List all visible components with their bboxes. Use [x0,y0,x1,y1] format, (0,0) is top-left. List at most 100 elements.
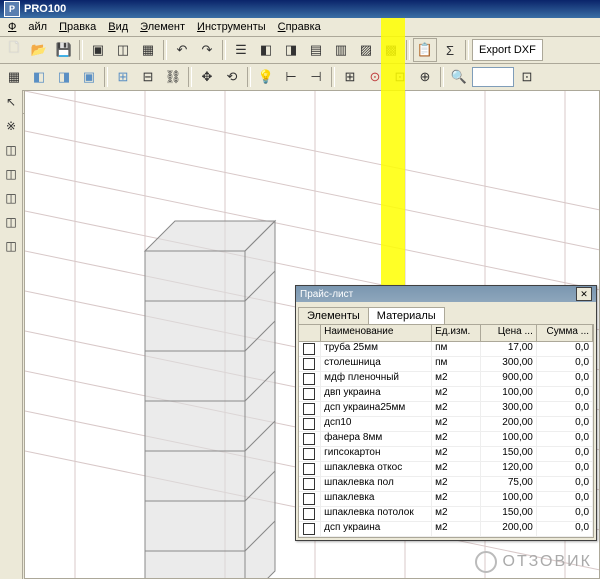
box3-icon[interactable]: ▣ [77,65,101,89]
table-row[interactable]: шпаклевка откосм2120,000,0 [299,462,593,477]
cell-price: 17,00 [481,342,537,356]
cube-icon[interactable]: ▣ [86,38,110,62]
export-dxf-button[interactable]: Export DXF [472,39,543,61]
move-icon[interactable]: ✥ [195,65,219,89]
col-sum[interactable]: Сумма ... [537,325,593,341]
s3-icon[interactable]: ◫ [1,188,21,208]
zoom-combo[interactable] [472,67,514,87]
table-row[interactable]: мдф пленочныйм2900,000,0 [299,372,593,387]
table-row[interactable]: дсп10м2200,000,0 [299,417,593,432]
checkbox-icon[interactable] [303,418,315,430]
link-icon[interactable]: ⛓ [161,65,185,89]
add-icon[interactable]: ⊞ [111,65,135,89]
zoomfit-icon[interactable]: ⊡ [515,65,539,89]
checkbox-icon[interactable] [303,373,315,385]
cell-sum: 0,0 [537,507,593,521]
table-row[interactable]: шпаклевкам2100,000,0 [299,492,593,507]
props-icon[interactable]: ☰ [229,38,253,62]
cell-sum: 0,0 [537,492,593,506]
menu-element[interactable]: Элемент [134,21,191,33]
price-list-panel: Прайс-лист ✕ Элементы Материалы Наименов… [295,285,597,541]
checkbox-icon[interactable] [303,358,315,370]
s1-icon[interactable]: ◫ [1,140,21,160]
save-icon[interactable]: 💾 [52,38,76,62]
col-check[interactable] [299,325,321,341]
checkbox-icon[interactable] [303,403,315,415]
app-icon: P [4,1,20,17]
s2-icon[interactable]: ◫ [1,164,21,184]
cell-sum: 0,0 [537,447,593,461]
box2-icon[interactable]: ◨ [52,65,76,89]
cube2-icon[interactable]: ◫ [111,38,135,62]
new-icon[interactable]: 🗋 [2,38,26,62]
col-unit[interactable]: Ед.изм. [432,325,481,341]
tool-d-icon[interactable]: ▥ [329,38,353,62]
menu-view[interactable]: Вид [102,21,134,33]
dim-icon[interactable]: ⊢ [279,65,303,89]
cell-unit: м2 [432,462,481,476]
table-row[interactable]: дсп украинам2200,000,0 [299,522,593,537]
table-row[interactable]: столешницапм300,000,0 [299,357,593,372]
zoom-icon[interactable]: 🔍 [447,65,471,89]
table-row[interactable]: труба 25ммпм17,000,0 [299,342,593,357]
s5-icon[interactable]: ◫ [1,236,21,256]
del-icon[interactable]: ⊟ [136,65,160,89]
menu-edit[interactable]: Правка [53,21,102,33]
sigma-icon[interactable]: Σ [438,38,462,62]
box1-icon[interactable]: ◧ [27,65,51,89]
col-name[interactable]: Наименование [321,325,432,341]
checkbox-icon[interactable] [303,523,315,535]
cell-name: дсп украина [321,522,432,536]
dim2-icon[interactable]: ⊣ [304,65,328,89]
menu-file[interactable]: Файл [2,21,53,33]
cell-sum: 0,0 [537,387,593,401]
checkbox-icon[interactable] [303,388,315,400]
cube3-icon[interactable]: ▦ [136,38,160,62]
tool-b-icon[interactable]: ◨ [279,38,303,62]
table-row[interactable]: шпаклевка потолокм2150,000,0 [299,507,593,522]
report-icon[interactable]: 📋 [413,38,437,62]
checkbox-icon[interactable] [303,433,315,445]
tab-materials[interactable]: Материалы [368,307,445,324]
light-icon[interactable]: 💡 [254,65,278,89]
sel-icon[interactable]: ↖ [1,92,21,112]
checkbox-icon[interactable] [303,478,315,490]
rot-icon[interactable]: ⟲ [220,65,244,89]
cabinet-model[interactable] [145,221,285,579]
center-icon[interactable]: ⊕ [413,65,437,89]
checkbox-icon[interactable] [303,343,315,355]
cell-name: двп украина [321,387,432,401]
panel-titlebar[interactable]: Прайс-лист ✕ [296,286,596,302]
table-row[interactable]: дсп украина25ммм2300,000,0 [299,402,593,417]
table-row[interactable]: двп украинам2100,000,0 [299,387,593,402]
table-row[interactable]: фанера 8ммм2100,000,0 [299,432,593,447]
cell-sum: 0,0 [537,522,593,536]
checkbox-icon[interactable] [303,493,315,505]
bug-icon[interactable]: ※ [1,116,21,136]
cell-name: дсп10 [321,417,432,431]
menu-tools[interactable]: Инструменты [191,21,272,33]
redo-icon[interactable]: ↷ [195,38,219,62]
cell-unit: пм [432,342,481,356]
undo-icon[interactable]: ↶ [170,38,194,62]
panel-title-text: Прайс-лист [300,289,353,300]
grid-icon[interactable]: ▦ [2,65,26,89]
checkbox-icon[interactable] [303,448,315,460]
tab-elements[interactable]: Элементы [298,307,369,324]
col-price[interactable]: Цена ... [481,325,537,341]
cell-price: 75,00 [481,477,537,491]
checkbox-icon[interactable] [303,463,315,475]
tool-c-icon[interactable]: ▤ [304,38,328,62]
cell-unit: пм [432,357,481,371]
table-row[interactable]: шпаклевка полм275,000,0 [299,477,593,492]
tool-e-icon[interactable]: ▨ [354,38,378,62]
checkbox-icon[interactable] [303,508,315,520]
table-row[interactable]: гипсокартонм2150,000,0 [299,447,593,462]
open-icon[interactable]: 📂 [27,38,51,62]
menu-help[interactable]: Справка [272,21,327,33]
close-icon[interactable]: ✕ [576,287,592,301]
s4-icon[interactable]: ◫ [1,212,21,232]
watermark-ring-icon [475,551,497,573]
snap-icon[interactable]: ⊞ [338,65,362,89]
tool-a-icon[interactable]: ◧ [254,38,278,62]
